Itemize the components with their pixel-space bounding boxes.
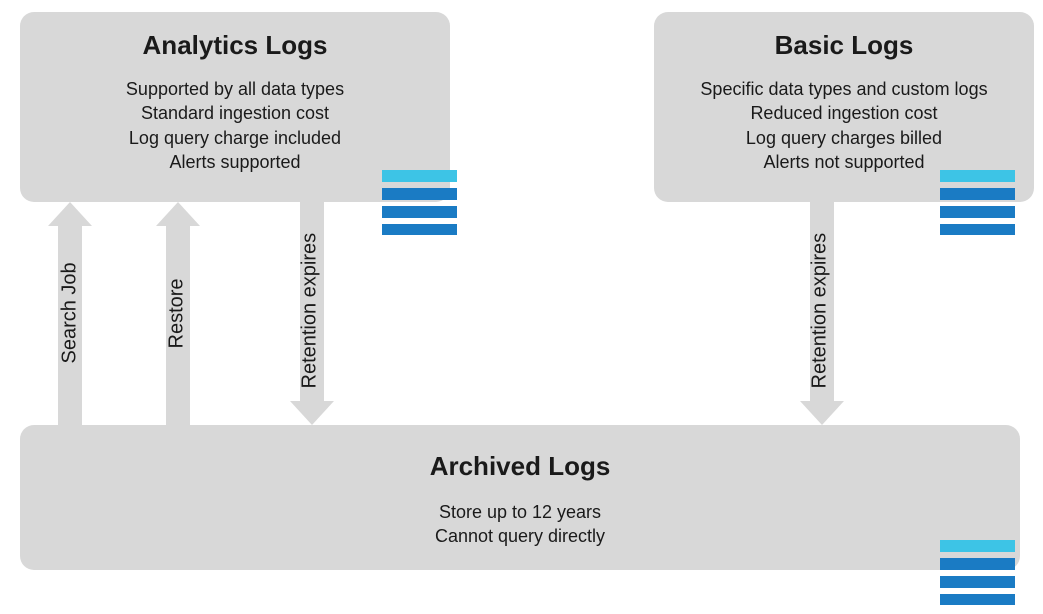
arrow-label-retention-1: Retention expires: [299, 229, 322, 389]
basic-title: Basic Logs: [674, 30, 1014, 61]
analytics-line-3: Alerts supported: [40, 150, 430, 174]
table-icon: [382, 170, 457, 235]
analytics-title: Analytics Logs: [40, 30, 430, 61]
basic-line-1: Reduced ingestion cost: [674, 101, 1014, 125]
analytics-line-2: Log query charge included: [40, 126, 430, 150]
table-icon: [940, 540, 1015, 605]
arrow-search-job: Search Job: [48, 202, 92, 425]
table-icon: [940, 170, 1015, 235]
arrow-label-restore: Restore: [166, 279, 189, 349]
basic-line-2: Log query charges billed: [674, 126, 1014, 150]
archived-line-0: Store up to 12 years: [40, 500, 1000, 524]
arrow-retention-1: Retention expires: [290, 202, 334, 425]
analytics-line-1: Standard ingestion cost: [40, 101, 430, 125]
arrow-restore: Restore: [156, 202, 200, 425]
arrow-label-retention-2: Retention expires: [809, 229, 832, 389]
basic-line-0: Specific data types and custom logs: [674, 77, 1014, 101]
archived-logs-box: Archived Logs Store up to 12 years Canno…: [20, 425, 1020, 570]
archived-line-1: Cannot query directly: [40, 524, 1000, 548]
arrow-label-search-job: Search Job: [59, 264, 82, 364]
analytics-line-0: Supported by all data types: [40, 77, 430, 101]
arrow-retention-2: Retention expires: [800, 202, 844, 425]
archived-title: Archived Logs: [40, 451, 1000, 482]
